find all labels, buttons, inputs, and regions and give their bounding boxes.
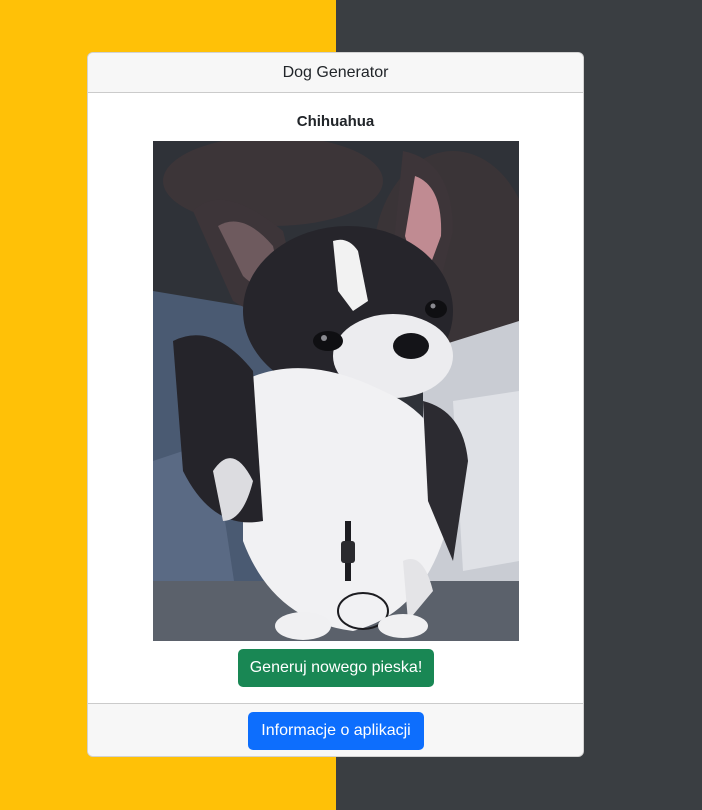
generate-dog-button[interactable]: Generuj nowego pieska! [238, 649, 434, 687]
card-title: Dog Generator [282, 63, 389, 81]
dog-illustration [153, 141, 519, 641]
app-info-button[interactable]: Informacje o aplikacji [248, 712, 424, 750]
card-body: Chihuahua Generuj nowego pieska! [88, 93, 583, 704]
dog-photo [153, 141, 519, 641]
dog-generator-card: Dog Generator Chihuahua Generuj nowego p… [87, 52, 584, 757]
card-header: Dog Generator [88, 53, 583, 93]
breed-name: Chihuahua [296, 113, 375, 130]
card-footer: Informacje o aplikacji [88, 703, 583, 756]
